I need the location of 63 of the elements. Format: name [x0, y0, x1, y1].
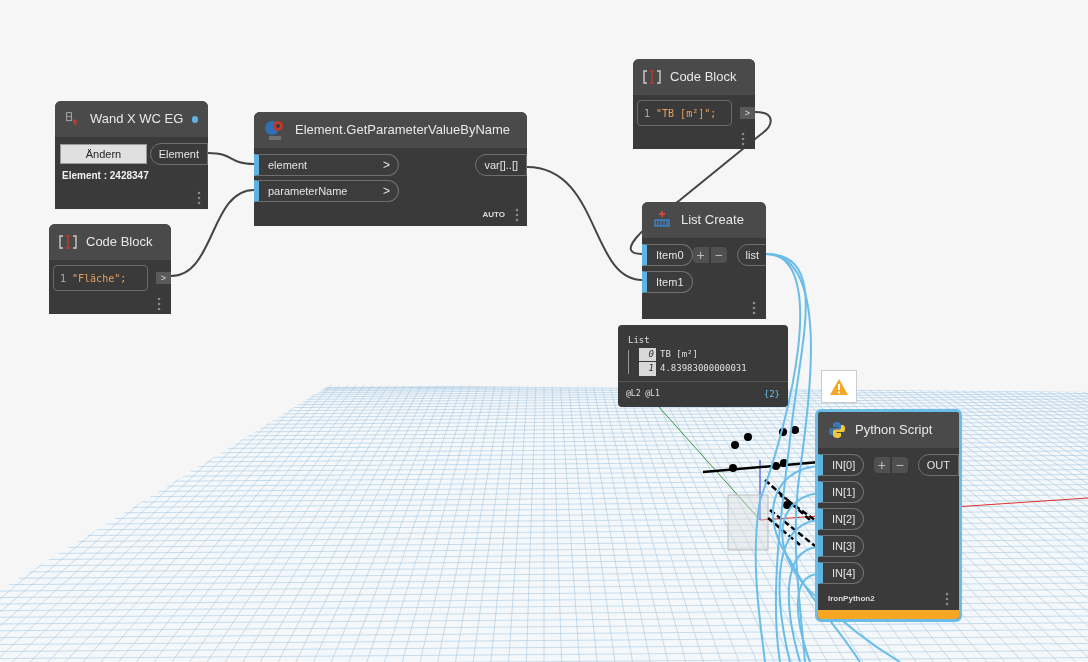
add-input-button[interactable]: +	[873, 457, 890, 473]
preview-value: 4.83983000000031	[660, 362, 747, 375]
gear-sphere-icon	[264, 119, 286, 141]
code-editor[interactable]: 1 "Fläche";	[53, 265, 148, 291]
brackets-icon	[643, 69, 661, 85]
point-marker	[779, 428, 787, 436]
input-port[interactable]: Item0	[642, 244, 693, 266]
change-button[interactable]: Ändern	[60, 144, 147, 164]
node-title: List Create	[681, 211, 744, 230]
node-card[interactable]: Element.GetParameterValueByName element > parameterName > var[]..[] AUTO	[254, 112, 527, 226]
point-marker	[731, 441, 739, 449]
python-logo-icon	[828, 421, 846, 439]
input-port[interactable]: IN[0]	[818, 454, 865, 476]
output-port[interactable]: >	[739, 107, 755, 119]
point-marker	[744, 433, 752, 441]
node-card[interactable]: Code Block 1 "Fläche"; >	[49, 224, 171, 314]
code-editor[interactable]: 1 "TB [m²]";	[637, 100, 732, 126]
index-label: 0	[639, 347, 656, 361]
remove-input-button[interactable]: −	[710, 247, 727, 263]
point-marker	[791, 426, 799, 434]
node-card[interactable]: Wand X WC EG Ändern Element Element : 2428347	[55, 101, 208, 209]
remove-input-button[interactable]: −	[891, 457, 908, 473]
add-input-button[interactable]: +	[692, 247, 709, 263]
output-port[interactable]: >	[155, 272, 171, 284]
connector-wire[interactable]	[207, 152, 255, 165]
connector-wire[interactable]	[526, 166, 643, 281]
node-card[interactable]: Code Block 1 "TB [m²]"; >	[633, 59, 755, 149]
more-icon[interactable]	[741, 132, 745, 146]
engine-label[interactable]: IronPython2	[828, 593, 875, 605]
point-marker	[729, 464, 737, 472]
tree-line	[628, 349, 629, 374]
node-title: Code Block	[670, 68, 737, 87]
more-icon[interactable]	[752, 301, 756, 315]
more-icon[interactable]	[515, 208, 519, 222]
input-port[interactable]: Item1	[642, 271, 693, 293]
more-icon[interactable]	[197, 191, 201, 205]
node-card[interactable]: Python Script IN[0] IN[1] IN[2] IN[3] IN[4] + − OUT IronPython2	[815, 409, 962, 622]
input-port[interactable]: IN[4]	[818, 562, 865, 584]
input-port[interactable]: IN[1]	[818, 481, 865, 503]
connector-wire[interactable]	[170, 189, 255, 277]
list-create-icon	[652, 210, 672, 230]
node-title: Python Script	[855, 421, 933, 440]
input-port[interactable]: IN[3]	[818, 535, 865, 557]
index-label: 1	[639, 362, 656, 376]
point-marker	[783, 501, 791, 509]
input-port[interactable]: parameterName >	[254, 180, 399, 202]
input-port[interactable]: IN[2]	[818, 508, 865, 530]
node-title: Code Block	[86, 233, 153, 252]
node-title: Wand X WC EG	[89, 110, 184, 129]
input-port[interactable]: element >	[254, 154, 399, 176]
count-label: {2}	[763, 387, 780, 401]
preview-value: TB [m²]	[660, 347, 698, 361]
plane-surface	[727, 494, 769, 551]
node-card[interactable]: List Create Item0 Item1 + − list	[642, 202, 766, 319]
preview-title: List	[628, 334, 651, 347]
more-icon[interactable]	[157, 297, 161, 311]
more-icon[interactable]	[945, 592, 949, 606]
element-id-text: Element : 2428347	[61, 169, 150, 183]
node-title: Element.GetParameterValueByName	[295, 121, 511, 140]
warning-icon	[829, 377, 849, 396]
level-label: @L2 @L1	[626, 387, 660, 400]
lacing-label[interactable]: AUTO	[482, 209, 505, 221]
brackets-icon	[59, 234, 77, 250]
